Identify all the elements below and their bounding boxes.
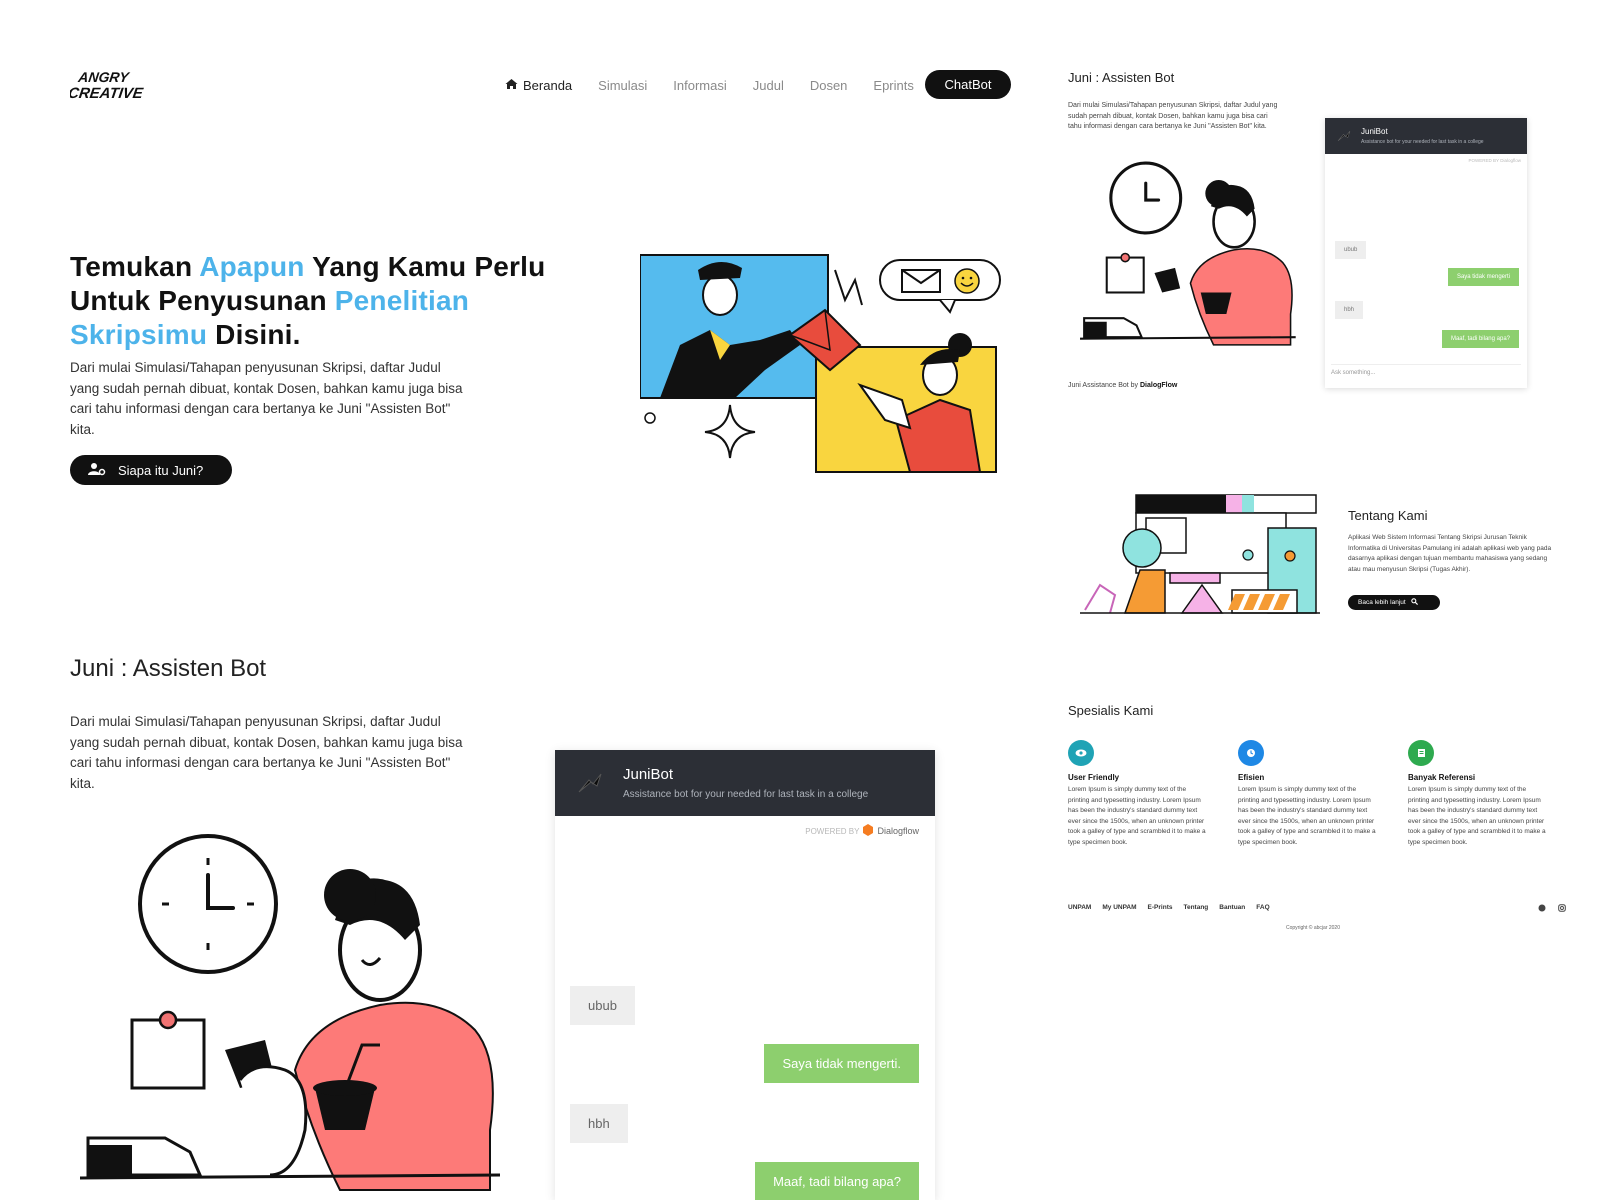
- mini-bot-message: Maaf, tadi bilang apa?: [1441, 330, 1519, 348]
- mini-user-message: ubub: [1335, 241, 1367, 259]
- assistant-section-description: Dari mulai Simulasi/Tahapan penyusunan S…: [70, 714, 463, 791]
- nav-item-beranda[interactable]: Beranda: [505, 78, 572, 93]
- footer-social: [1538, 904, 1566, 914]
- nav-item-label: Judul: [752, 77, 784, 93]
- assistant-section-title: Juni : Assisten Bot: [70, 655, 267, 682]
- preview-credit: Juni Assistance Bot by DialogFlow: [1068, 382, 1177, 389]
- book-icon: [1408, 740, 1434, 766]
- bot-message: Maaf, tadi bilang apa?: [755, 1162, 919, 1200]
- powered-by-label: POWERED BY: [805, 826, 860, 836]
- nav-item-label: Simulasi: [598, 77, 648, 93]
- read-more-button[interactable]: Baca lebih lanjut: [1348, 595, 1440, 610]
- bot-logo-icon: [1337, 130, 1351, 142]
- mini-powered-by: POWERED BY Dialogflow: [1469, 158, 1521, 163]
- nav-item-eprints[interactable]: Eprints: [873, 78, 913, 93]
- angry-creative-logo: ANGRY CREATIVE: [67, 69, 145, 102]
- credit-brand: DialogFlow: [1139, 382, 1178, 389]
- credit-prefix: Juni Assistance Bot by: [1068, 382, 1140, 389]
- hero-title-part: Temukan: [70, 251, 200, 282]
- hero-title-highlight: Skripsimu: [70, 319, 208, 350]
- read-more-label: Baca lebih lanjut: [1358, 599, 1406, 606]
- hero-description: Dari mulai Simulasi/Tahapan penyusunan S…: [70, 360, 463, 437]
- hero-illustration: [640, 254, 1001, 473]
- footer-link-unpam[interactable]: UNPAM: [1068, 904, 1091, 911]
- instagram-icon[interactable]: [1558, 904, 1566, 914]
- chat-bot-name: JuniBot: [623, 766, 674, 783]
- bot-logo-icon: [578, 773, 602, 793]
- nav-item-label: Informasi: [673, 77, 727, 93]
- nav-item-simulasi[interactable]: Simulasi: [598, 78, 647, 93]
- provider-name: Dialogflow: [1500, 158, 1521, 163]
- preview-description: Dari mulai Simulasi/Tahapan penyusunan S…: [1068, 102, 1278, 130]
- who-is-juni-button[interactable]: Siapa itu Juni?: [70, 455, 232, 485]
- specialist-name: Efisien: [1238, 773, 1265, 782]
- powered-by-label: POWERED BY: [1468, 158, 1499, 163]
- about-description: Aplikasi Web Sistem Informasi Tentang Sk…: [1348, 534, 1552, 573]
- footer-links: UNPAM My UNPAM E-Prints Tentang Bantuan …: [1068, 904, 1270, 911]
- eye-icon: [1068, 740, 1094, 766]
- mini-chat-header: JuniBot Assistance bot for your needed f…: [1325, 118, 1527, 154]
- provider-name: Dialogflow: [877, 826, 919, 836]
- nav-item-dosen[interactable]: Dosen: [810, 78, 848, 93]
- svg-text:CREATIVE: CREATIVE: [70, 85, 145, 102]
- mini-chatbot-widget: JuniBot Assistance bot for your needed f…: [1325, 118, 1527, 388]
- footer-link-eprints[interactable]: E-Prints: [1148, 904, 1173, 911]
- chat-bot-subtitle: Assistance bot for your needed for last …: [623, 789, 869, 800]
- hero-title-highlight: Apapun: [199, 251, 305, 282]
- nav-item-label: Beranda: [523, 77, 573, 93]
- hero-title: Temukan Apapun Yang Kamu Perlu Untuk Pen…: [70, 250, 590, 352]
- nav-item-label: Eprints: [873, 77, 914, 93]
- nav-item-informasi[interactable]: Informasi: [673, 78, 726, 93]
- about-illustration: [1080, 494, 1320, 614]
- home-icon: [505, 78, 518, 93]
- mini-user-message: hbh: [1335, 301, 1364, 319]
- main-nav: Beranda Simulasi Informasi Judul Dosen E…: [505, 70, 914, 100]
- github-icon[interactable]: [1538, 904, 1546, 914]
- clock-icon: [1238, 740, 1264, 766]
- specialist-text: Lorem Ipsum is simply dummy text of the …: [1238, 786, 1376, 846]
- hero-title-part: Disini.: [207, 319, 301, 350]
- user-gear-icon: [88, 462, 106, 479]
- chat-header: JuniBot Assistance bot for your needed f…: [555, 750, 935, 816]
- chatbot-widget: JuniBot Assistance bot for your needed f…: [555, 750, 935, 1200]
- preview-title: Juni : Assisten Bot: [1068, 70, 1175, 85]
- preview-person-illustration: [1080, 161, 1296, 346]
- mini-bot-subtitle: Assistance bot for your needed for last …: [1361, 139, 1484, 145]
- specialists-title: Spesialis Kami: [1068, 703, 1154, 718]
- hero-title-highlight: Penelitian: [334, 285, 470, 316]
- nav-item-judul[interactable]: Judul: [753, 78, 784, 93]
- specialist-text: Lorem Ipsum is simply dummy text of the …: [1068, 786, 1206, 846]
- mini-bot-message: Saya tidak mengerti: [1447, 268, 1519, 286]
- search-icon: [1410, 598, 1418, 607]
- chat-messages: ubub Saya tidak mengerti. hbh Maaf, tadi…: [555, 846, 935, 1200]
- specialist-name: Banyak Referensi: [1408, 773, 1476, 782]
- specialist-text: Lorem Ipsum is simply dummy text of the …: [1408, 786, 1546, 846]
- bot-message: Saya tidak mengerti.: [764, 1044, 919, 1083]
- who-is-juni-label: Siapa itu Juni?: [118, 462, 204, 478]
- footer-link-tentang[interactable]: Tentang: [1183, 904, 1208, 911]
- about-title: Tentang Kami: [1348, 508, 1428, 523]
- footer-link-my-unpam[interactable]: My UNPAM: [1102, 904, 1136, 911]
- person-clock-illustration: [80, 834, 501, 1191]
- user-message: hbh: [570, 1104, 628, 1143]
- chatbot-button[interactable]: ChatBot: [925, 70, 1011, 99]
- powered-by: POWERED BY Dialogflow: [805, 824, 919, 838]
- svg-text:ANGRY: ANGRY: [76, 69, 131, 85]
- mini-chat-input[interactable]: Ask something...: [1331, 364, 1521, 376]
- user-message: ubub: [570, 986, 635, 1025]
- footer-link-faq[interactable]: FAQ: [1256, 904, 1269, 911]
- brand-logo[interactable]: ANGRY CREATIVE: [67, 66, 150, 106]
- specialist-name: User Friendly: [1068, 773, 1120, 782]
- copyright: Copyright © abcjar 2020: [1286, 925, 1340, 931]
- specialist-card: Banyak Referensi Lorem Ipsum is simply d…: [1408, 740, 1548, 849]
- specialist-card: Efisien Lorem Ipsum is simply dummy text…: [1238, 740, 1378, 849]
- specialist-card: User Friendly Lorem Ipsum is simply dumm…: [1068, 740, 1208, 849]
- mini-bot-name: JuniBot: [1361, 127, 1388, 136]
- nav-item-label: Dosen: [809, 77, 848, 93]
- dialogflow-icon: [863, 824, 874, 838]
- footer-link-bantuan[interactable]: Bantuan: [1219, 904, 1245, 911]
